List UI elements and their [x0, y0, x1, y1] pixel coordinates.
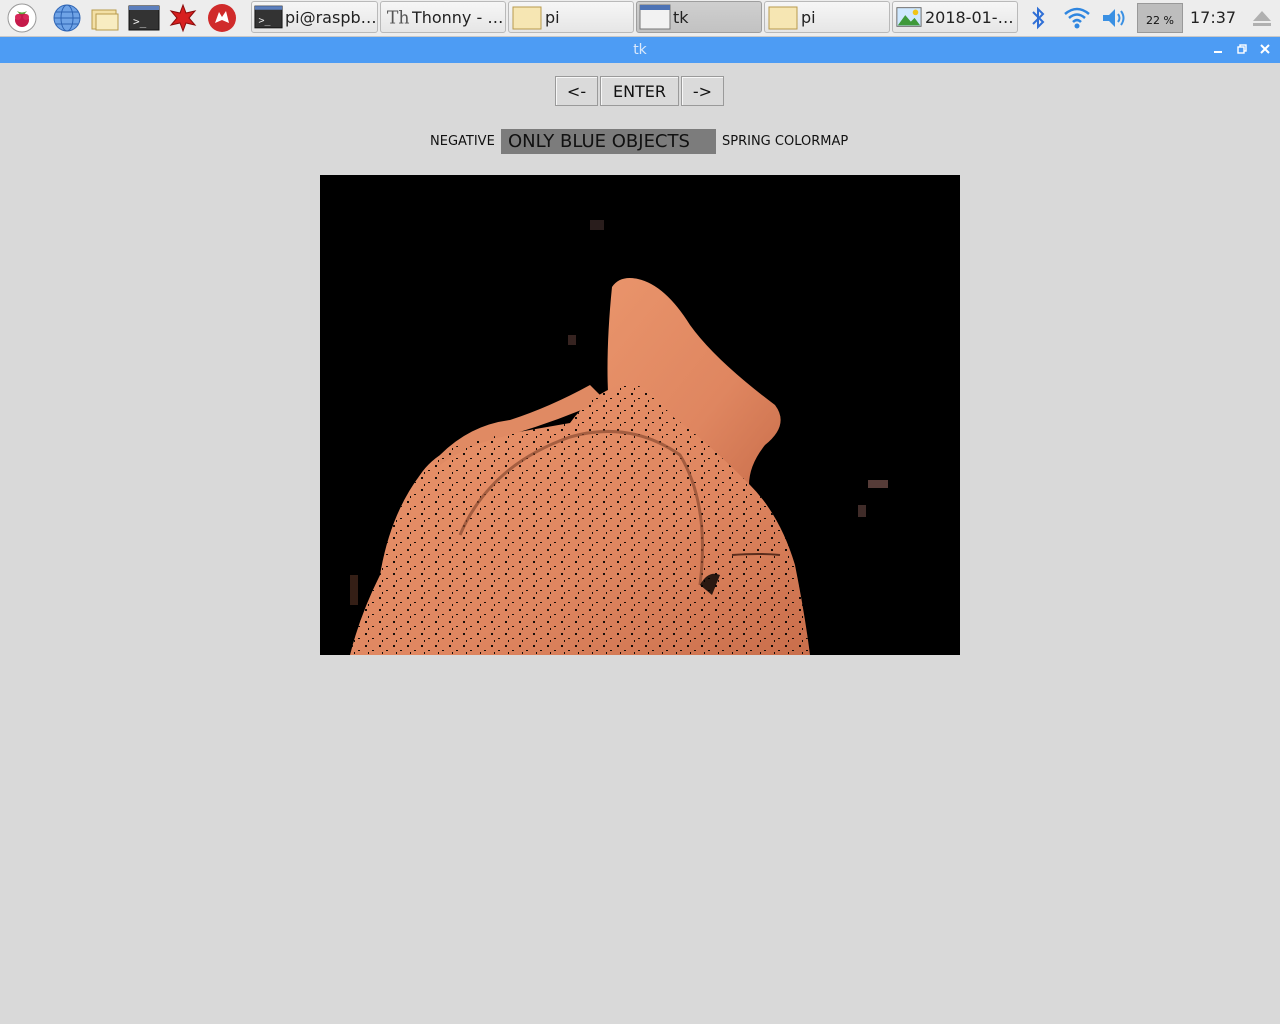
task-label: 2018-01-1…	[924, 7, 1017, 27]
next-button[interactable]: ->	[681, 76, 724, 106]
mode-only-blue-objects[interactable]: ONLY BLUE OBJECTS	[501, 129, 716, 154]
file-manager-icon[interactable]	[89, 2, 121, 34]
camera-preview	[320, 175, 960, 655]
task-label: pi	[545, 7, 560, 27]
close-icon[interactable]	[1258, 42, 1272, 56]
task-terminal[interactable]: >_ pi@raspbe…	[251, 1, 378, 33]
svg-text:>_: >_	[259, 15, 271, 26]
enter-button[interactable]: ENTER	[600, 76, 679, 106]
svg-text:>_: >_	[133, 15, 147, 28]
raspberry-menu-icon[interactable]	[6, 2, 38, 34]
folder-icon	[768, 6, 798, 30]
minimize-icon[interactable]	[1211, 42, 1225, 56]
math-kernel-icon[interactable]	[167, 2, 199, 34]
thonny-icon: Th	[387, 9, 410, 29]
taskbar: >_ >_ pi@raspbe… Th Thonny - /… pi tk pi…	[0, 0, 1280, 37]
task-folder-pi-2[interactable]: pi	[764, 1, 890, 33]
terminal-icon[interactable]: >_	[128, 2, 160, 34]
wolfram-icon[interactable]	[206, 2, 238, 34]
mode-negative[interactable]: NEGATIVE	[430, 129, 495, 154]
clock[interactable]: 17:37	[1190, 0, 1236, 36]
mode-spring-colormap[interactable]: SPRING COLORMAP	[722, 129, 848, 154]
window-title: tk	[633, 42, 647, 58]
task-thonny[interactable]: Th Thonny - /…	[380, 1, 506, 33]
image-viewer-icon	[896, 7, 922, 27]
filtered-image	[350, 220, 888, 655]
task-image-viewer[interactable]: 2018-01-1…	[892, 1, 1018, 33]
folder-icon	[512, 6, 542, 30]
web-browser-icon[interactable]	[51, 2, 83, 34]
cpu-percent: 22 %	[1146, 14, 1174, 27]
wifi-icon[interactable]	[1061, 2, 1093, 34]
maximize-icon[interactable]	[1235, 42, 1249, 56]
task-folder-pi[interactable]: pi	[508, 1, 634, 33]
volume-icon[interactable]	[1098, 2, 1130, 34]
task-label: tk	[673, 7, 689, 27]
task-label: Thonny - /…	[411, 7, 505, 27]
task-tk[interactable]: tk	[636, 1, 762, 33]
eject-icon[interactable]	[1248, 2, 1276, 34]
task-label: pi	[801, 7, 816, 27]
svg-text:Th: Th	[387, 9, 410, 29]
previous-button[interactable]: <-	[555, 76, 598, 106]
terminal-icon: >_	[254, 5, 283, 29]
window-icon	[639, 4, 671, 30]
cpu-monitor[interactable]: 22 %	[1137, 3, 1183, 33]
task-label: pi@raspbe…	[285, 7, 377, 27]
bluetooth-icon[interactable]	[1025, 2, 1051, 34]
window-titlebar[interactable]: tk	[0, 37, 1280, 63]
